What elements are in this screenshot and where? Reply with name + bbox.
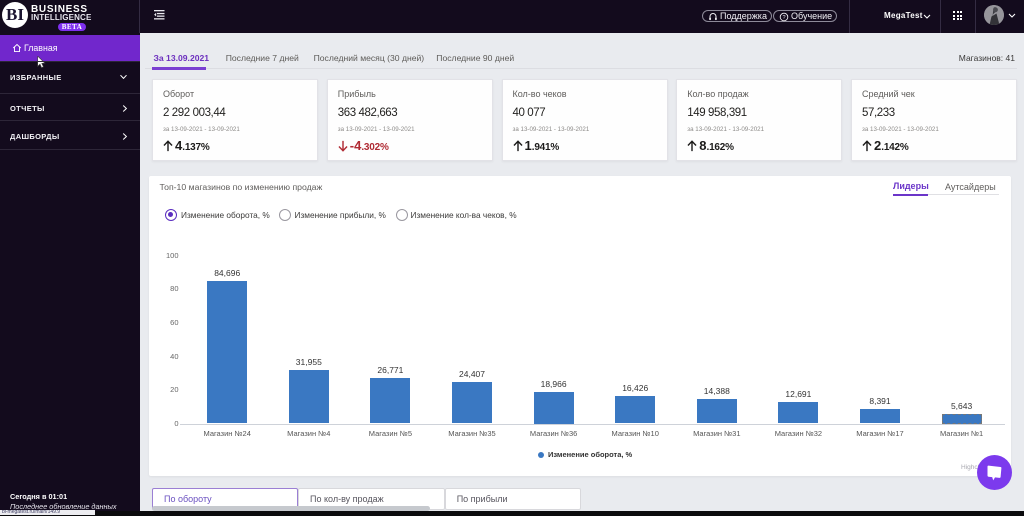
svg-text:?: ? (782, 15, 785, 21)
